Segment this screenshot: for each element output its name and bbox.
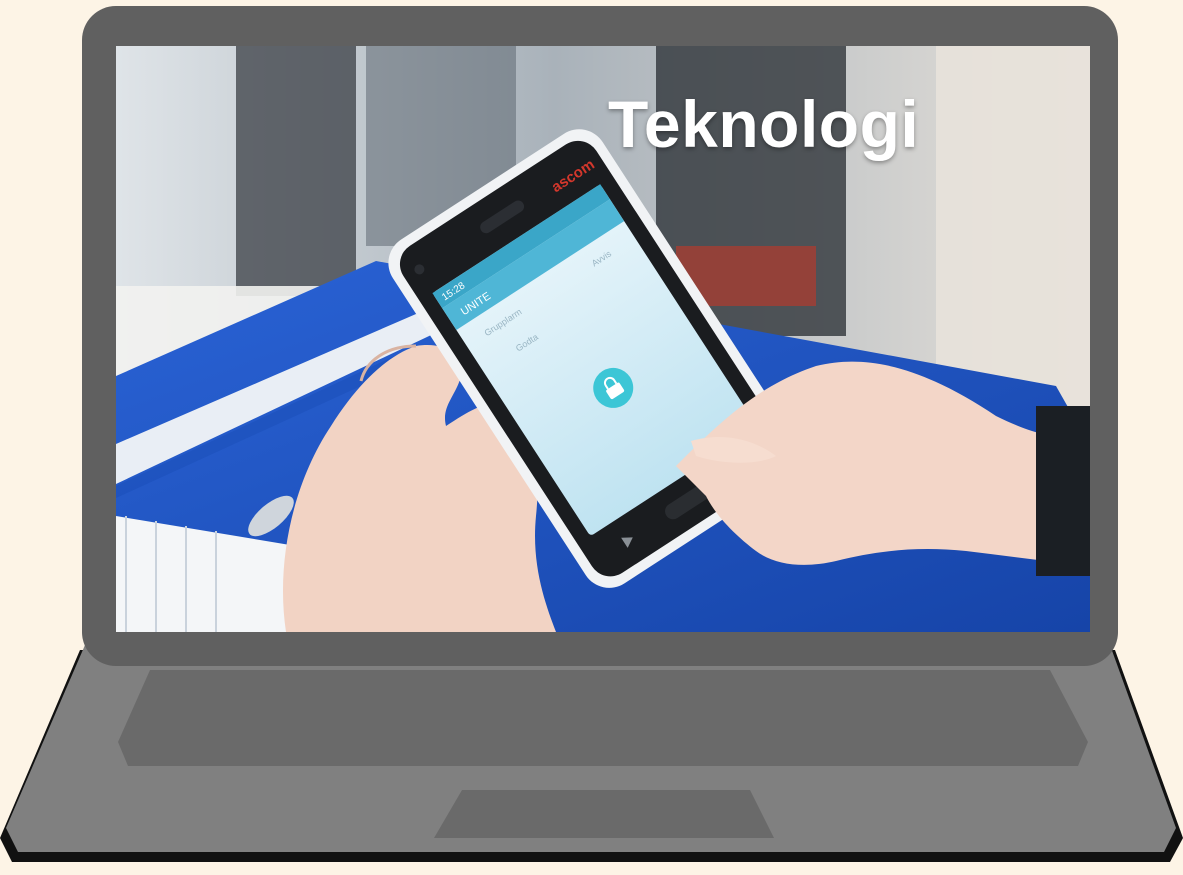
keyboard-area — [118, 670, 1088, 766]
blurred-shelf — [236, 46, 356, 296]
phone-photo: 15:28 UNITE Grupplarm Avvis Godta ascom — [116, 46, 1090, 632]
trackpad — [434, 790, 774, 838]
laptop-illustration: 15:28 UNITE Grupplarm Avvis Godta ascom — [0, 0, 1183, 875]
wrist-band — [1036, 406, 1090, 576]
laptop-screen: 15:28 UNITE Grupplarm Avvis Godta ascom — [116, 46, 1090, 632]
slide-title: Teknologi — [608, 87, 920, 161]
